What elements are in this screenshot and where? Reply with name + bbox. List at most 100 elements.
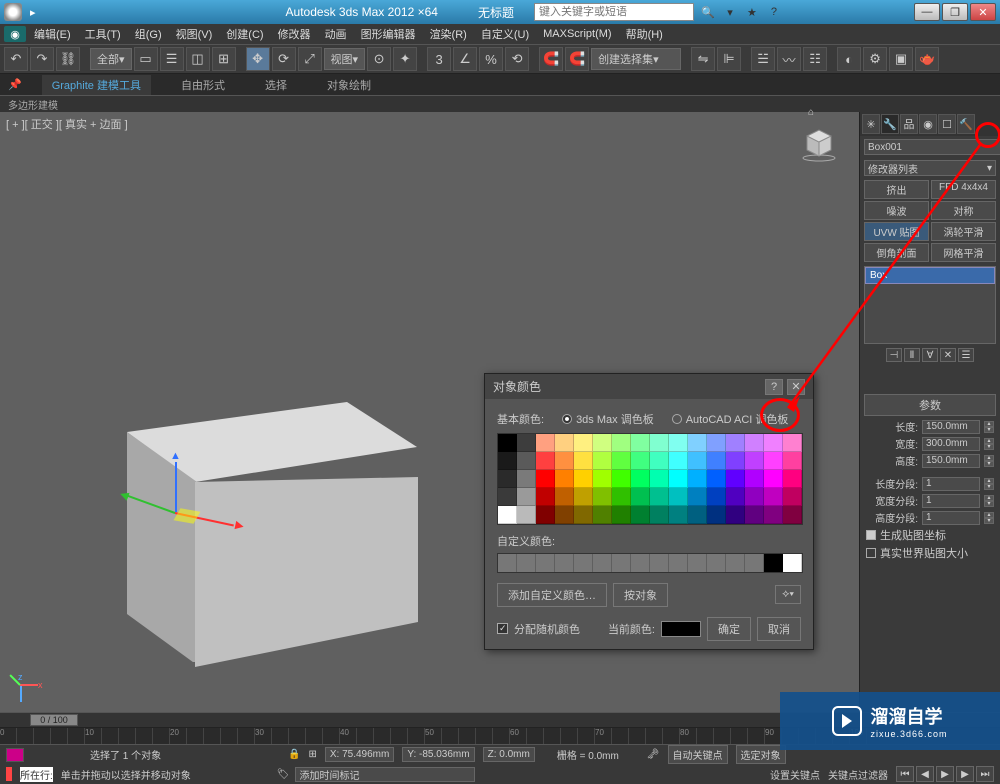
palette-swatch[interactable] [612, 506, 631, 524]
custom-swatch[interactable] [536, 554, 555, 571]
modifier-stack[interactable]: Box [864, 266, 996, 344]
stack-remove-icon[interactable]: ✕ [940, 348, 956, 362]
stack-pin-icon[interactable]: ⊣ [886, 348, 902, 362]
menu-maxscript[interactable]: MAXScript(M) [537, 26, 617, 42]
palette-swatch[interactable] [707, 488, 726, 506]
maximize-button[interactable]: ❐ [942, 3, 968, 21]
keyfilter-button[interactable]: 关键点过滤器 [828, 767, 888, 782]
color-palette[interactable] [497, 433, 803, 525]
help-search-input[interactable] [534, 3, 694, 21]
palette-swatch[interactable] [631, 506, 650, 524]
select-name-button[interactable]: ☰ [160, 47, 184, 71]
timetag-icon[interactable]: 🏷 [277, 769, 290, 780]
palette-swatch[interactable] [574, 470, 593, 488]
mod-ffd[interactable]: FFD 4x4x4 [931, 180, 996, 199]
lseg-spinbuttons[interactable]: ▴▾ [984, 478, 994, 490]
star-icon[interactable]: ★ [744, 4, 760, 20]
motion-tab-icon[interactable]: ◉ [919, 114, 937, 134]
stack-item-box[interactable]: Box [865, 267, 995, 284]
palette-swatch[interactable] [517, 488, 536, 506]
palette-swatch[interactable] [612, 470, 631, 488]
dialog-close-button[interactable]: ✕ [787, 379, 805, 395]
palette-swatch[interactable] [536, 506, 555, 524]
next-frame-icon[interactable]: ▶ [956, 766, 974, 782]
palette-swatch[interactable] [650, 470, 669, 488]
palette-swatch[interactable] [593, 470, 612, 488]
selection-filter-dropdown[interactable]: 全部 ▾ [90, 48, 132, 70]
material-editor-button[interactable]: ◐ [837, 47, 861, 71]
palette-swatch[interactable] [745, 488, 764, 506]
manipulate-button[interactable]: ✦ [393, 47, 417, 71]
palette-swatch[interactable] [764, 470, 783, 488]
ribbon-tab-selection[interactable]: 选择 [255, 75, 297, 95]
magnet-button[interactable]: 🧲 [539, 47, 563, 71]
hseg-spinbuttons[interactable]: ▴▾ [984, 512, 994, 524]
object-name-field[interactable] [864, 139, 1000, 155]
custom-swatch[interactable] [650, 554, 669, 571]
palette-swatch[interactable] [745, 506, 764, 524]
viewcube[interactable] [799, 122, 839, 162]
palette-swatch[interactable] [593, 488, 612, 506]
spinner-snap-button[interactable]: ⟲ [505, 47, 529, 71]
menu-view[interactable]: 视图(V) [170, 24, 219, 44]
palette-swatch[interactable] [650, 506, 669, 524]
lock-icon[interactable]: 🔒 [288, 749, 300, 760]
palette-swatch[interactable] [783, 506, 802, 524]
palette-swatch[interactable] [669, 452, 688, 470]
palette-swatch[interactable] [574, 434, 593, 452]
by-object-button[interactable]: 按对象 [613, 583, 668, 607]
mod-noise[interactable]: 噪波 [864, 201, 929, 220]
selected-key-dropdown[interactable]: 选定对象 [736, 745, 786, 764]
arrow-icon[interactable]: ▸ [30, 6, 36, 19]
snap-button[interactable]: 3 [427, 47, 451, 71]
lseg-spinner[interactable]: 1 [922, 477, 980, 491]
menu-help[interactable]: 帮助(H) [620, 24, 669, 44]
pin-icon[interactable]: 📌 [8, 78, 22, 91]
height-spinner[interactable]: 150.0mm [922, 454, 980, 468]
prev-frame-icon[interactable]: ◀ [916, 766, 934, 782]
ribbon-tab-graphite[interactable]: Graphite 建模工具 [42, 75, 151, 95]
menu-group[interactable]: 组(G) [129, 24, 168, 44]
mod-bevelprofile[interactable]: 倒角剖面 [864, 243, 929, 262]
palette-swatch[interactable] [555, 488, 574, 506]
active-color-button[interactable]: ⟡▾ [775, 585, 801, 604]
palette-swatch[interactable] [517, 452, 536, 470]
palette-swatch[interactable] [574, 506, 593, 524]
select-button[interactable]: ▭ [134, 47, 158, 71]
render-frame-button[interactable]: ▣ [889, 47, 913, 71]
palette-swatch[interactable] [631, 452, 650, 470]
undo-button[interactable]: ↶ [4, 47, 28, 71]
curve-editor-button[interactable]: 〰 [777, 47, 801, 71]
palette-swatch[interactable] [726, 488, 745, 506]
time-tag-field[interactable] [295, 767, 475, 782]
palette-swatch[interactable] [498, 488, 517, 506]
mod-uvwmap[interactable]: UVW 贴图 [864, 222, 929, 241]
palette-swatch[interactable] [612, 452, 631, 470]
palette-swatch[interactable] [536, 488, 555, 506]
palette-swatch[interactable] [631, 434, 650, 452]
palette-swatch[interactable] [498, 506, 517, 524]
palette-swatch[interactable] [764, 434, 783, 452]
palette-swatch[interactable] [688, 470, 707, 488]
menu-animation[interactable]: 动画 [319, 24, 353, 44]
y-coord-field[interactable]: Y: -85.036mm [402, 747, 474, 762]
render-button[interactable]: 🫖 [915, 47, 939, 71]
hseg-spinner[interactable]: 1 [922, 511, 980, 525]
utilities-tab-icon[interactable]: 🔨 [957, 114, 975, 134]
palette-swatch[interactable] [764, 452, 783, 470]
stack-show-icon[interactable]: Ⅱ [904, 348, 920, 362]
palette-swatch[interactable] [574, 452, 593, 470]
palette-swatch[interactable] [669, 434, 688, 452]
palette-swatch[interactable] [669, 470, 688, 488]
viewport[interactable]: [ + ][ 正交 ][ 真实 + 边面 ] ⌂ z x 对象颜色 [0, 112, 860, 712]
palette-swatch[interactable] [631, 470, 650, 488]
schematic-button[interactable]: ☷ [803, 47, 827, 71]
ok-button[interactable]: 确定 [707, 617, 751, 641]
wseg-spinbuttons[interactable]: ▴▾ [984, 495, 994, 507]
length-spinbuttons[interactable]: ▴▾ [984, 421, 994, 433]
palette-swatch[interactable] [631, 488, 650, 506]
window-crossing-button[interactable]: ⊞ [212, 47, 236, 71]
palette-swatch[interactable] [707, 506, 726, 524]
rotate-button[interactable]: ⟳ [272, 47, 296, 71]
palette-swatch[interactable] [688, 452, 707, 470]
